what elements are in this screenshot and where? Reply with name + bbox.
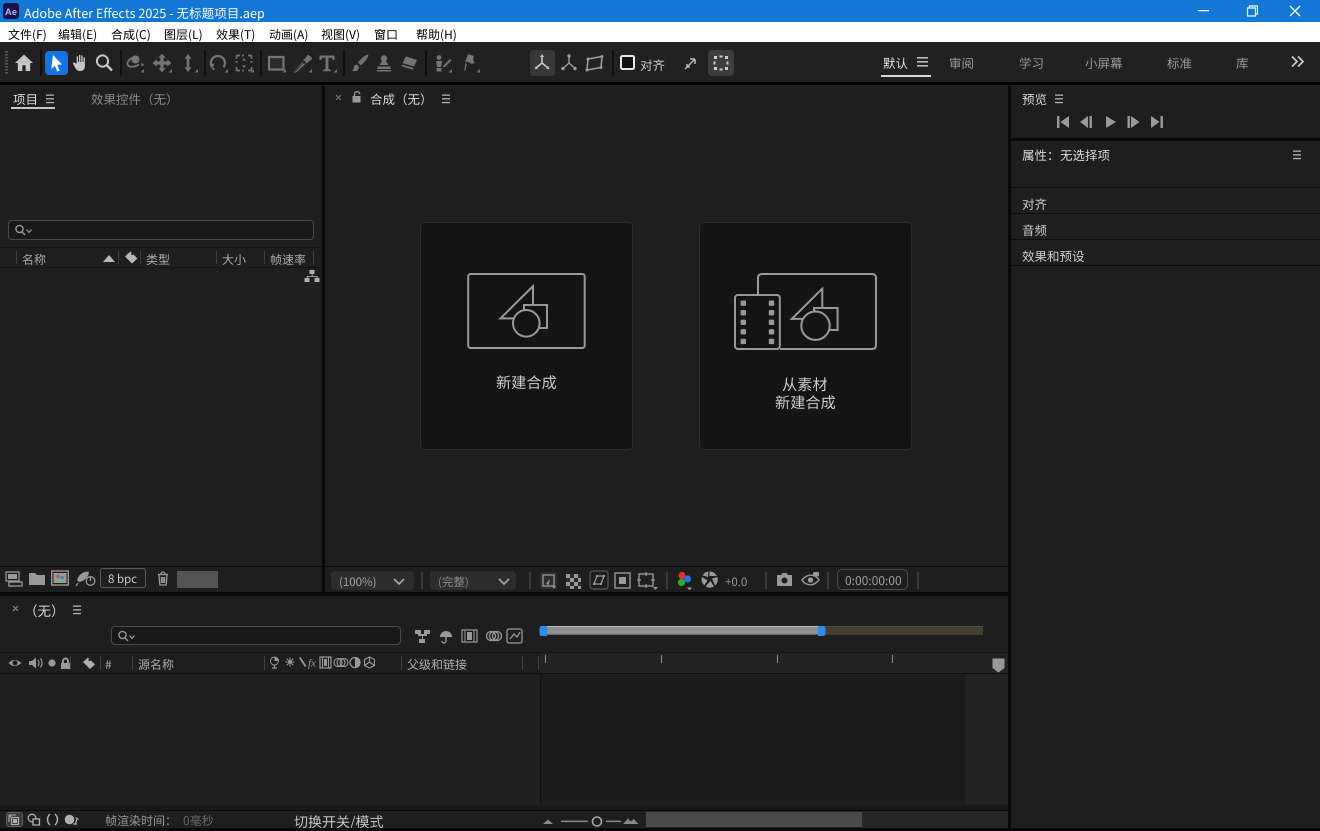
svg-text:Ae: Ae <box>5 7 17 18</box>
svg-text:fx: fx <box>308 658 316 670</box>
